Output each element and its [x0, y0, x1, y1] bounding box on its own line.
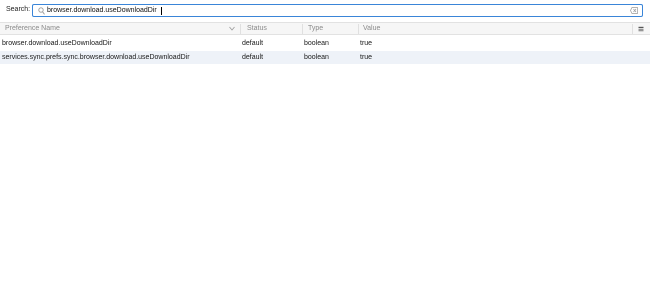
preference-name-cell: browser.download.useDownloadDir [2, 40, 112, 47]
value-cell: true [360, 54, 373, 61]
preference-name-cell: services.sync.prefs.sync.browser.downloa… [2, 54, 190, 61]
sort-descending-icon[interactable] [229, 26, 235, 31]
column-picker-icon[interactable] [638, 26, 644, 32]
search-field[interactable] [32, 4, 643, 17]
search-label: Search: [6, 6, 31, 13]
column-divider[interactable] [302, 24, 303, 34]
column-divider[interactable] [358, 24, 359, 34]
type-cell: boolean [304, 40, 329, 47]
type-cell: boolean [304, 54, 329, 61]
clear-icon[interactable] [630, 7, 638, 14]
status-cell: default [242, 54, 264, 61]
table-row[interactable]: services.sync.prefs.sync.browser.downloa… [0, 51, 650, 64]
column-header-preference-name[interactable]: Preference Name [5, 23, 60, 35]
column-header-status[interactable]: Status [247, 23, 267, 35]
column-divider[interactable] [240, 24, 241, 34]
table-row[interactable]: browser.download.useDownloadDir default … [0, 37, 650, 50]
column-divider[interactable] [632, 24, 633, 34]
search-input[interactable] [47, 5, 627, 16]
table-header: Preference Name Status Type Value [0, 22, 650, 35]
text-caret [161, 7, 162, 15]
value-cell: true [360, 40, 373, 47]
status-cell: default [242, 40, 264, 47]
search-icon [38, 7, 45, 15]
search-bar: Search: [0, 0, 650, 22]
column-header-type[interactable]: Type [308, 23, 323, 35]
column-header-value[interactable]: Value [363, 23, 380, 35]
